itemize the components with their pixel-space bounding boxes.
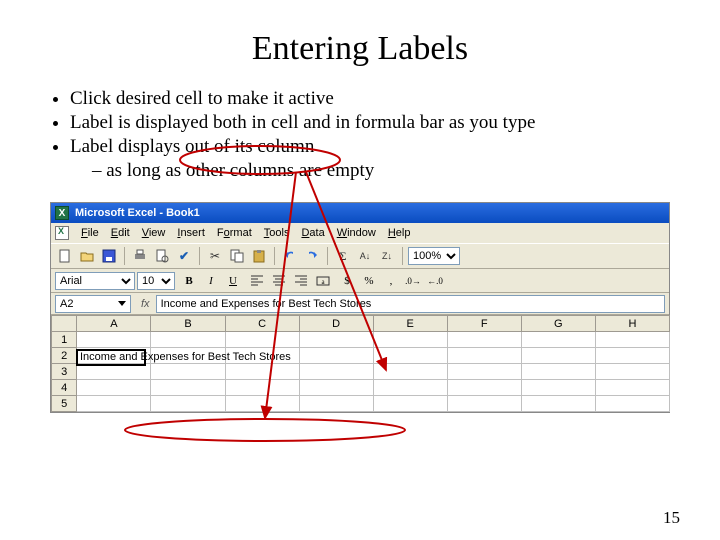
autosum-icon[interactable]: Σ bbox=[333, 246, 353, 266]
align-center-button[interactable] bbox=[269, 271, 289, 291]
currency-button[interactable]: $ bbox=[337, 271, 357, 291]
sort-asc-icon[interactable]: A↓ bbox=[355, 246, 375, 266]
excel-icon: X bbox=[55, 206, 69, 220]
app-title: Microsoft Excel - Book1 bbox=[75, 207, 200, 219]
col-header-H[interactable]: H bbox=[595, 316, 669, 332]
titlebar: X Microsoft Excel - Book1 bbox=[51, 203, 669, 223]
row-header-1[interactable]: 1 bbox=[52, 332, 77, 348]
bullet-item: Label is displayed both in cell and in f… bbox=[70, 112, 680, 134]
open-icon[interactable] bbox=[77, 246, 97, 266]
menu-view[interactable]: View bbox=[136, 227, 172, 239]
dropdown-arrow-icon bbox=[118, 301, 126, 306]
align-left-button[interactable] bbox=[247, 271, 267, 291]
bullet-item: Click desired cell to make it active bbox=[70, 88, 680, 110]
formula-input[interactable]: Income and Expenses for Best Tech Stores bbox=[156, 295, 665, 313]
save-icon[interactable] bbox=[99, 246, 119, 266]
fx-label[interactable]: fx bbox=[141, 298, 150, 310]
col-header-F[interactable]: F bbox=[447, 316, 521, 332]
col-header-C[interactable]: C bbox=[225, 316, 299, 332]
col-header-G[interactable]: G bbox=[521, 316, 595, 332]
underline-button[interactable]: U bbox=[223, 271, 243, 291]
spelling-icon[interactable]: ✔ bbox=[174, 246, 194, 266]
print-preview-icon[interactable] bbox=[152, 246, 172, 266]
row-header-4[interactable]: 4 bbox=[52, 380, 77, 396]
row-header-2[interactable]: 2 bbox=[52, 348, 77, 364]
worksheet-grid[interactable]: A B C D E F G H 1 2 3 4 5 Income and Exp… bbox=[51, 315, 669, 412]
menubar: File Edit View Insert Format Tools Data … bbox=[51, 223, 669, 243]
page-number: 15 bbox=[663, 508, 680, 528]
font-name-select[interactable]: Arial bbox=[55, 272, 135, 290]
italic-button[interactable]: I bbox=[201, 271, 221, 291]
col-header-A[interactable]: A bbox=[77, 316, 151, 332]
redo-icon[interactable] bbox=[302, 246, 322, 266]
print-icon[interactable] bbox=[130, 246, 150, 266]
menu-file[interactable]: File bbox=[75, 227, 105, 239]
menu-window[interactable]: Window bbox=[331, 227, 382, 239]
copy-icon[interactable] bbox=[227, 246, 247, 266]
sub-bullet-item: as long as other columns are empty bbox=[92, 160, 680, 182]
bold-button[interactable]: B bbox=[179, 271, 199, 291]
select-all-corner[interactable] bbox=[52, 316, 77, 332]
decrease-decimal-button[interactable]: ←.0 bbox=[425, 271, 445, 291]
align-right-button[interactable] bbox=[291, 271, 311, 291]
row-header-3[interactable]: 3 bbox=[52, 364, 77, 380]
percent-button[interactable]: % bbox=[359, 271, 379, 291]
excel-screenshot: X Microsoft Excel - Book1 File Edit View… bbox=[50, 202, 670, 413]
menu-data[interactable]: Data bbox=[295, 227, 330, 239]
menu-format[interactable]: Format bbox=[211, 227, 258, 239]
cut-icon[interactable]: ✂ bbox=[205, 246, 225, 266]
zoom-select[interactable]: 100% bbox=[408, 247, 460, 265]
paste-icon[interactable] bbox=[249, 246, 269, 266]
formula-bar: A2 fx Income and Expenses for Best Tech … bbox=[51, 293, 669, 315]
sort-desc-icon[interactable]: Z↓ bbox=[377, 246, 397, 266]
menu-edit[interactable]: Edit bbox=[105, 227, 136, 239]
new-icon[interactable] bbox=[55, 246, 75, 266]
increase-decimal-button[interactable]: .0→ bbox=[403, 271, 423, 291]
font-size-select[interactable]: 10 bbox=[137, 272, 175, 290]
row-header-5[interactable]: 5 bbox=[52, 396, 77, 412]
col-header-D[interactable]: D bbox=[299, 316, 373, 332]
bullet-item: Label displays out of its column as long… bbox=[70, 136, 680, 182]
bullet-list: Click desired cell to make it active Lab… bbox=[50, 88, 680, 182]
comma-button[interactable]: , bbox=[381, 271, 401, 291]
menu-tools[interactable]: Tools bbox=[258, 227, 296, 239]
merge-center-button[interactable]: a bbox=[313, 271, 333, 291]
document-icon bbox=[55, 226, 69, 240]
formatting-toolbar: Arial 10 B I U a $ % , .0→ ←.0 bbox=[51, 269, 669, 293]
slide-title: Entering Labels bbox=[40, 30, 680, 68]
col-header-E[interactable]: E bbox=[373, 316, 447, 332]
undo-icon[interactable] bbox=[280, 246, 300, 266]
menu-help[interactable]: Help bbox=[382, 227, 417, 239]
cell-A2[interactable] bbox=[77, 348, 151, 364]
col-header-B[interactable]: B bbox=[151, 316, 225, 332]
standard-toolbar: ✔ ✂ Σ A↓ Z↓ 100% bbox=[51, 243, 669, 269]
menu-insert[interactable]: Insert bbox=[171, 227, 211, 239]
name-box[interactable]: A2 bbox=[55, 295, 131, 313]
